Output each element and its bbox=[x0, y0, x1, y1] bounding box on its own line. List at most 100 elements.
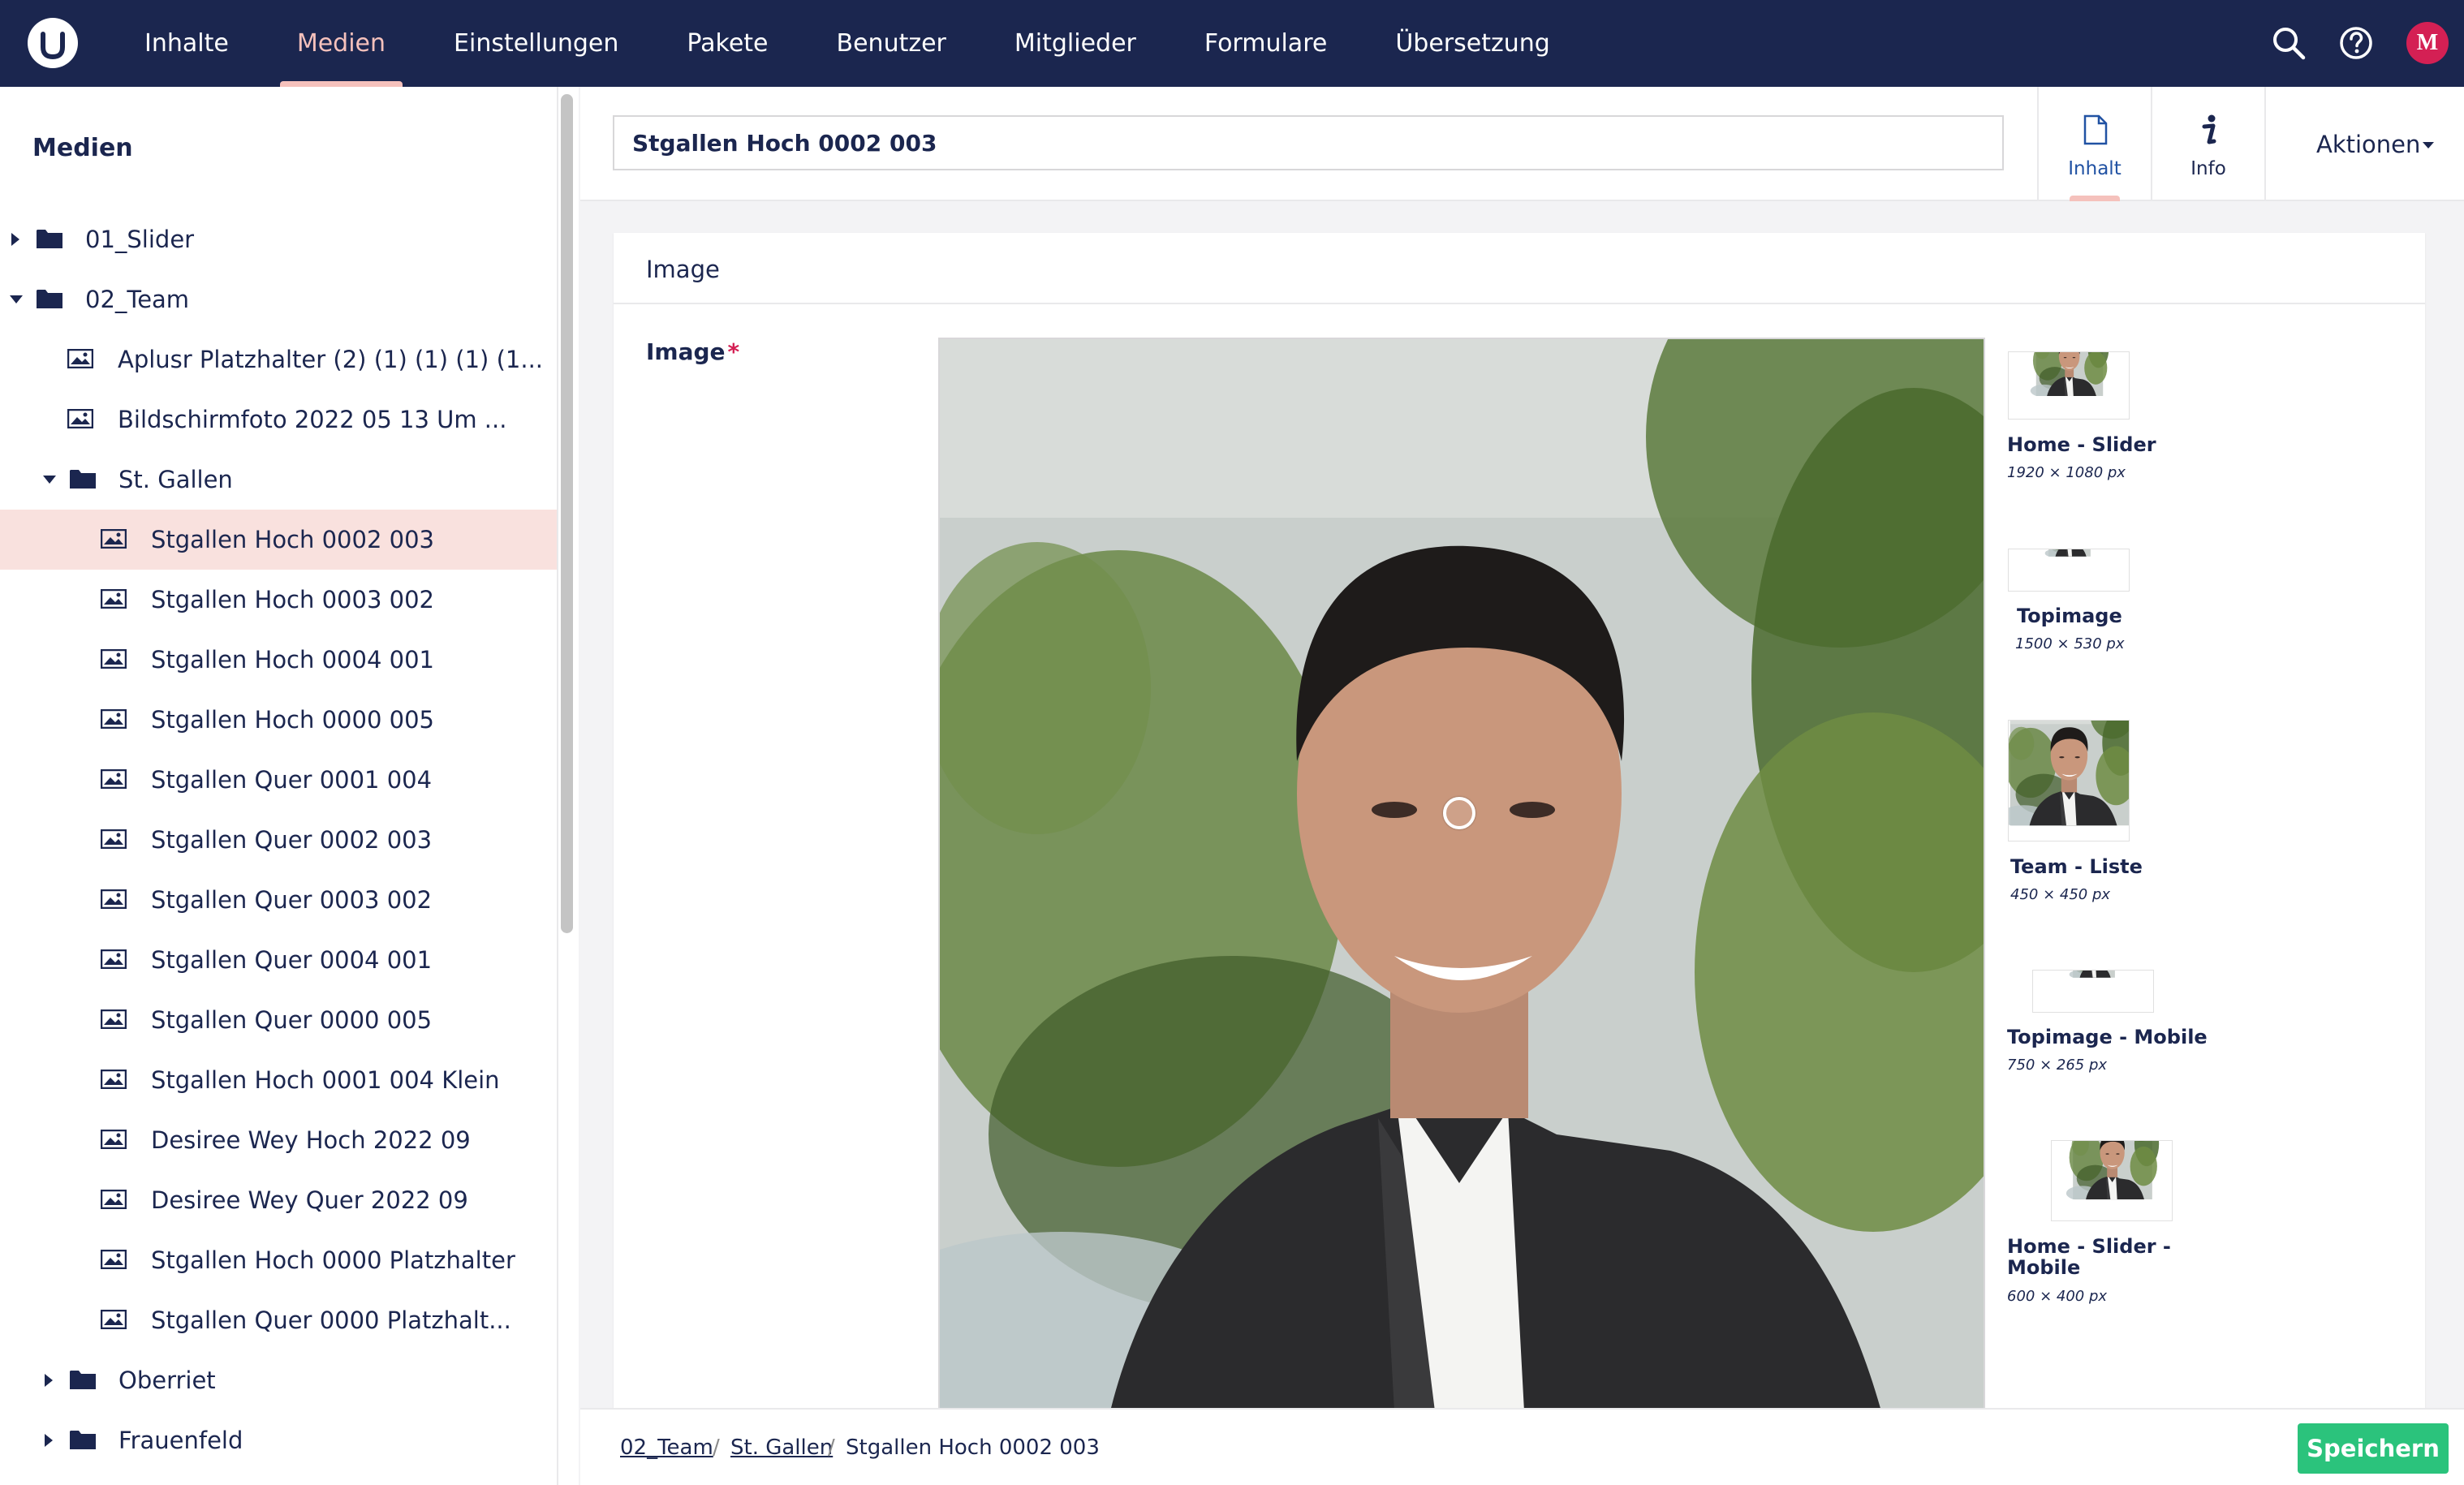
tree-item-label: Stgallen Hoch 0002 003 bbox=[151, 526, 434, 553]
image-icon bbox=[101, 949, 127, 969]
tree-item-label: Stgallen Quer 0001 004 bbox=[151, 766, 433, 794]
tree-media-item[interactable]: Stgallen Hoch 0002 003 bbox=[0, 510, 557, 570]
tree-item-label: Stgallen Hoch 0003 002 bbox=[151, 586, 434, 613]
crop-size: 450 × 450 px bbox=[2010, 886, 2111, 903]
required-marker: * bbox=[727, 338, 740, 365]
image-icon bbox=[101, 829, 127, 849]
save-button[interactable]: Speichern bbox=[2298, 1423, 2449, 1474]
tree-item-label: Stgallen Quer 0003 002 bbox=[151, 886, 433, 914]
tree-media-item[interactable]: Stgallen Hoch 0000 Platzhalter bbox=[0, 1230, 557, 1290]
tree-folder-item[interactable]: Frauenfeld bbox=[0, 1410, 557, 1470]
folder-icon bbox=[36, 227, 63, 250]
image-icon bbox=[101, 589, 127, 609]
caret-down-icon[interactable] bbox=[43, 476, 56, 484]
nav-item-mitglieder[interactable]: Mitglieder bbox=[997, 0, 1153, 87]
tree-item-label: Stgallen Hoch 0000 Platzhalter bbox=[151, 1246, 515, 1274]
tab-info[interactable]: Info bbox=[2151, 87, 2264, 201]
nav-item-pakete[interactable]: Pakete bbox=[670, 0, 785, 87]
caret-down-icon[interactable] bbox=[10, 295, 23, 303]
tree-media-item[interactable]: Stgallen Hoch 0004 001 bbox=[0, 630, 557, 690]
crop-size: 750 × 265 px bbox=[2007, 1057, 2108, 1074]
crop-name-line2: Mobile bbox=[2007, 1256, 2081, 1279]
group-header: Image bbox=[614, 233, 2425, 304]
tree-media-item[interactable]: Stgallen Quer 0000 Platzhalt... bbox=[0, 1290, 557, 1350]
breadcrumb-link-st-gallen[interactable]: St. Gallen bbox=[730, 1436, 833, 1460]
nav-item-medien[interactable]: Medien bbox=[279, 0, 403, 87]
search-icon[interactable] bbox=[2270, 24, 2307, 62]
chevron-down-icon bbox=[2423, 142, 2434, 148]
tree-media-item[interactable]: Stgallen Hoch 0001 004 Klein bbox=[0, 1050, 557, 1110]
tab-inhalt-label: Inhalt bbox=[2068, 158, 2122, 179]
user-avatar[interactable]: M bbox=[2406, 22, 2449, 64]
tab-inhalt[interactable]: Inhalt bbox=[2037, 87, 2151, 201]
focal-point-handle[interactable] bbox=[1443, 797, 1475, 829]
image-property-label: Image * bbox=[646, 338, 739, 365]
crop-name: Home - Slider - bbox=[2007, 1235, 2171, 1258]
tree-media-item[interactable]: Stgallen Quer 0003 002 bbox=[0, 870, 557, 930]
caret-right-icon[interactable] bbox=[45, 1434, 53, 1447]
breadcrumb-link-02-team[interactable]: 02_Team bbox=[620, 1436, 713, 1460]
image-icon bbox=[101, 1250, 127, 1269]
nav-item-uebersetzung[interactable]: Übersetzung bbox=[1378, 0, 1566, 87]
image-icon bbox=[67, 409, 93, 428]
sidebar-scroll-thumb[interactable] bbox=[561, 94, 573, 933]
tree-folder-item[interactable]: Oberriet bbox=[0, 1350, 557, 1410]
tree-media-item[interactable]: Bildschirmfoto 2022 05 13 Um ... bbox=[0, 390, 557, 450]
tree-media-item[interactable]: Stgallen Hoch 0000 005 bbox=[0, 690, 557, 750]
breadcrumb-separator: / bbox=[713, 1436, 720, 1460]
tree-folder-item[interactable]: St. Gallen bbox=[0, 450, 557, 510]
crop-name: Home - Slider bbox=[2007, 433, 2156, 456]
actions-label: Aktionen bbox=[2316, 131, 2421, 158]
crop-thumbnail bbox=[2032, 970, 2154, 1013]
group-title: Image bbox=[646, 256, 720, 283]
tree-item-label: Stgallen Hoch 0000 005 bbox=[151, 706, 434, 734]
tree-item-label: Stgallen Hoch 0004 001 bbox=[151, 646, 434, 674]
tree-item-label: Desiree Wey Hoch 2022 09 bbox=[151, 1126, 471, 1154]
tree-media-item[interactable]: Desiree Wey Hoch 2022 09 bbox=[0, 1110, 557, 1170]
info-icon bbox=[2202, 114, 2216, 144]
nav-item-einstellungen[interactable]: Einstellungen bbox=[437, 0, 635, 87]
caret-right-icon[interactable] bbox=[45, 1374, 53, 1387]
top-navigation-bar: Inhalte Medien Einstellungen Pakete Benu… bbox=[0, 0, 2464, 87]
tree-media-item[interactable]: Stgallen Hoch 0003 002 bbox=[0, 570, 557, 630]
image-cropper-preview[interactable] bbox=[938, 338, 1985, 1410]
tree-item-label: Stgallen Quer 0000 005 bbox=[151, 1006, 433, 1034]
tree-media-item[interactable]: Desiree Wey Quer 2022 09 bbox=[0, 1170, 557, 1230]
tree-media-item[interactable]: Aplusr Platzhalter (2) (1) (1) (1) (1... bbox=[0, 329, 557, 390]
crop-thumbnail bbox=[2008, 549, 2130, 592]
tree-item-label: Stgallen Quer 0000 Platzhalt... bbox=[151, 1306, 511, 1334]
media-name-input[interactable] bbox=[613, 115, 2004, 170]
caret-right-icon[interactable] bbox=[11, 233, 19, 246]
document-icon bbox=[2083, 114, 2108, 145]
tree-media-item[interactable]: Stgallen Quer 0001 004 bbox=[0, 750, 557, 810]
tree-item-label: 01_Slider bbox=[85, 226, 195, 253]
image-icon bbox=[101, 529, 127, 549]
image-icon bbox=[101, 769, 127, 789]
image-icon bbox=[101, 1009, 127, 1029]
tree-item-label: St. Gallen bbox=[118, 466, 233, 493]
tree-media-item[interactable]: Stgallen Quer 0000 005 bbox=[0, 990, 557, 1050]
portrait-image bbox=[940, 339, 1985, 1410]
image-icon bbox=[101, 889, 127, 909]
tree-folder-item[interactable]: 02_Team bbox=[0, 269, 557, 329]
image-icon bbox=[101, 1190, 127, 1209]
crop-size: 1500 × 530 px bbox=[2015, 635, 2125, 652]
folder-icon bbox=[69, 467, 97, 490]
crop-name: Team - Liste bbox=[2010, 855, 2143, 878]
nav-item-formulare[interactable]: Formulare bbox=[1187, 0, 1344, 87]
image-icon bbox=[67, 349, 93, 368]
tree-folder-item[interactable]: 01_Slider bbox=[0, 209, 557, 269]
help-icon[interactable] bbox=[2337, 24, 2375, 62]
crop-size: 600 × 400 px bbox=[2007, 1288, 2108, 1305]
breadcrumb-separator: / bbox=[828, 1436, 835, 1460]
image-icon bbox=[101, 1130, 127, 1149]
breadcrumb-current: Stgallen Hoch 0002 003 bbox=[846, 1436, 1100, 1460]
actions-dropdown[interactable]: Aktionen bbox=[2264, 87, 2464, 201]
umbraco-logo-icon[interactable] bbox=[28, 18, 78, 68]
image-icon bbox=[101, 709, 127, 729]
crop-size: 1920 × 1080 px bbox=[2007, 464, 2126, 481]
nav-item-benutzer[interactable]: Benutzer bbox=[820, 0, 963, 87]
tree-media-item[interactable]: Stgallen Quer 0002 003 bbox=[0, 810, 557, 870]
nav-item-inhalte[interactable]: Inhalte bbox=[127, 0, 246, 87]
tree-media-item[interactable]: Stgallen Quer 0004 001 bbox=[0, 930, 557, 990]
